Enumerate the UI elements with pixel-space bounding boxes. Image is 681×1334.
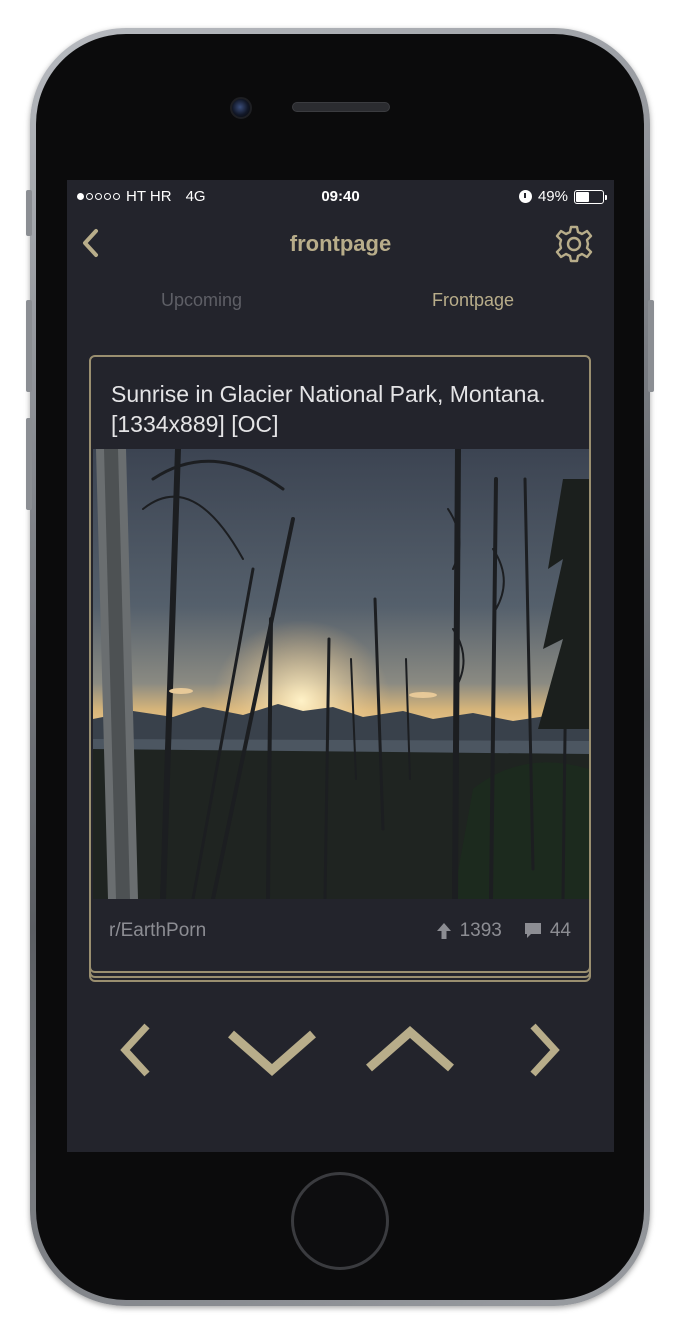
settings-button[interactable] xyxy=(554,224,594,264)
downvote-button[interactable] xyxy=(227,1026,317,1082)
volume-up-button xyxy=(26,300,32,392)
post-card[interactable]: Sunrise in Glacier National Park, Montan… xyxy=(89,355,591,973)
tab-upcoming[interactable]: Upcoming xyxy=(161,290,242,311)
page-title: frontpage xyxy=(289,231,392,256)
battery-icon xyxy=(574,189,607,204)
chevron-right-icon xyxy=(530,1023,560,1077)
previous-button[interactable] xyxy=(117,1020,157,1080)
app-screen: HT HR 4G 09:40 49% frontpage Upcoming Fr… xyxy=(67,180,614,1152)
battery-percent: 49% xyxy=(537,188,568,205)
battery-level-fill xyxy=(576,191,589,202)
earpiece-speaker xyxy=(292,102,390,112)
power-button xyxy=(648,300,654,392)
arrow-up-icon xyxy=(436,923,451,939)
home-button[interactable] xyxy=(291,1172,389,1270)
comment-bubble-icon xyxy=(524,923,541,938)
volume-down-button xyxy=(26,418,32,510)
vote-controls xyxy=(67,1012,614,1092)
chevron-up-icon xyxy=(366,1026,454,1072)
post-footer: r/EarthPorn 1393 44 xyxy=(91,903,589,959)
front-camera xyxy=(230,97,252,119)
gear-icon xyxy=(555,225,593,263)
status-bar: HT HR 4G 09:40 49% xyxy=(67,180,614,214)
upvote-count: 1393 xyxy=(459,920,502,941)
post-title: Sunrise in Glacier National Park, Montan… xyxy=(111,381,546,437)
navigation-bar: frontpage xyxy=(67,214,614,278)
feed-tabs: Upcoming Frontpage xyxy=(67,290,614,320)
post-image[interactable] xyxy=(93,449,589,899)
upvote-button[interactable] xyxy=(365,1022,455,1078)
subreddit-link[interactable]: r/EarthPorn xyxy=(109,920,206,942)
tab-frontpage[interactable]: Frontpage xyxy=(432,290,514,311)
landscape-photo xyxy=(93,449,589,899)
mute-switch xyxy=(26,190,32,236)
chevron-left-icon xyxy=(120,1023,150,1077)
post-stats: 1393 44 xyxy=(436,920,571,942)
comment-count: 44 xyxy=(549,920,571,941)
next-button[interactable] xyxy=(523,1020,563,1080)
status-right: 49% xyxy=(518,188,607,205)
chevron-down-icon xyxy=(228,1030,316,1076)
alarm-icon xyxy=(518,190,532,203)
